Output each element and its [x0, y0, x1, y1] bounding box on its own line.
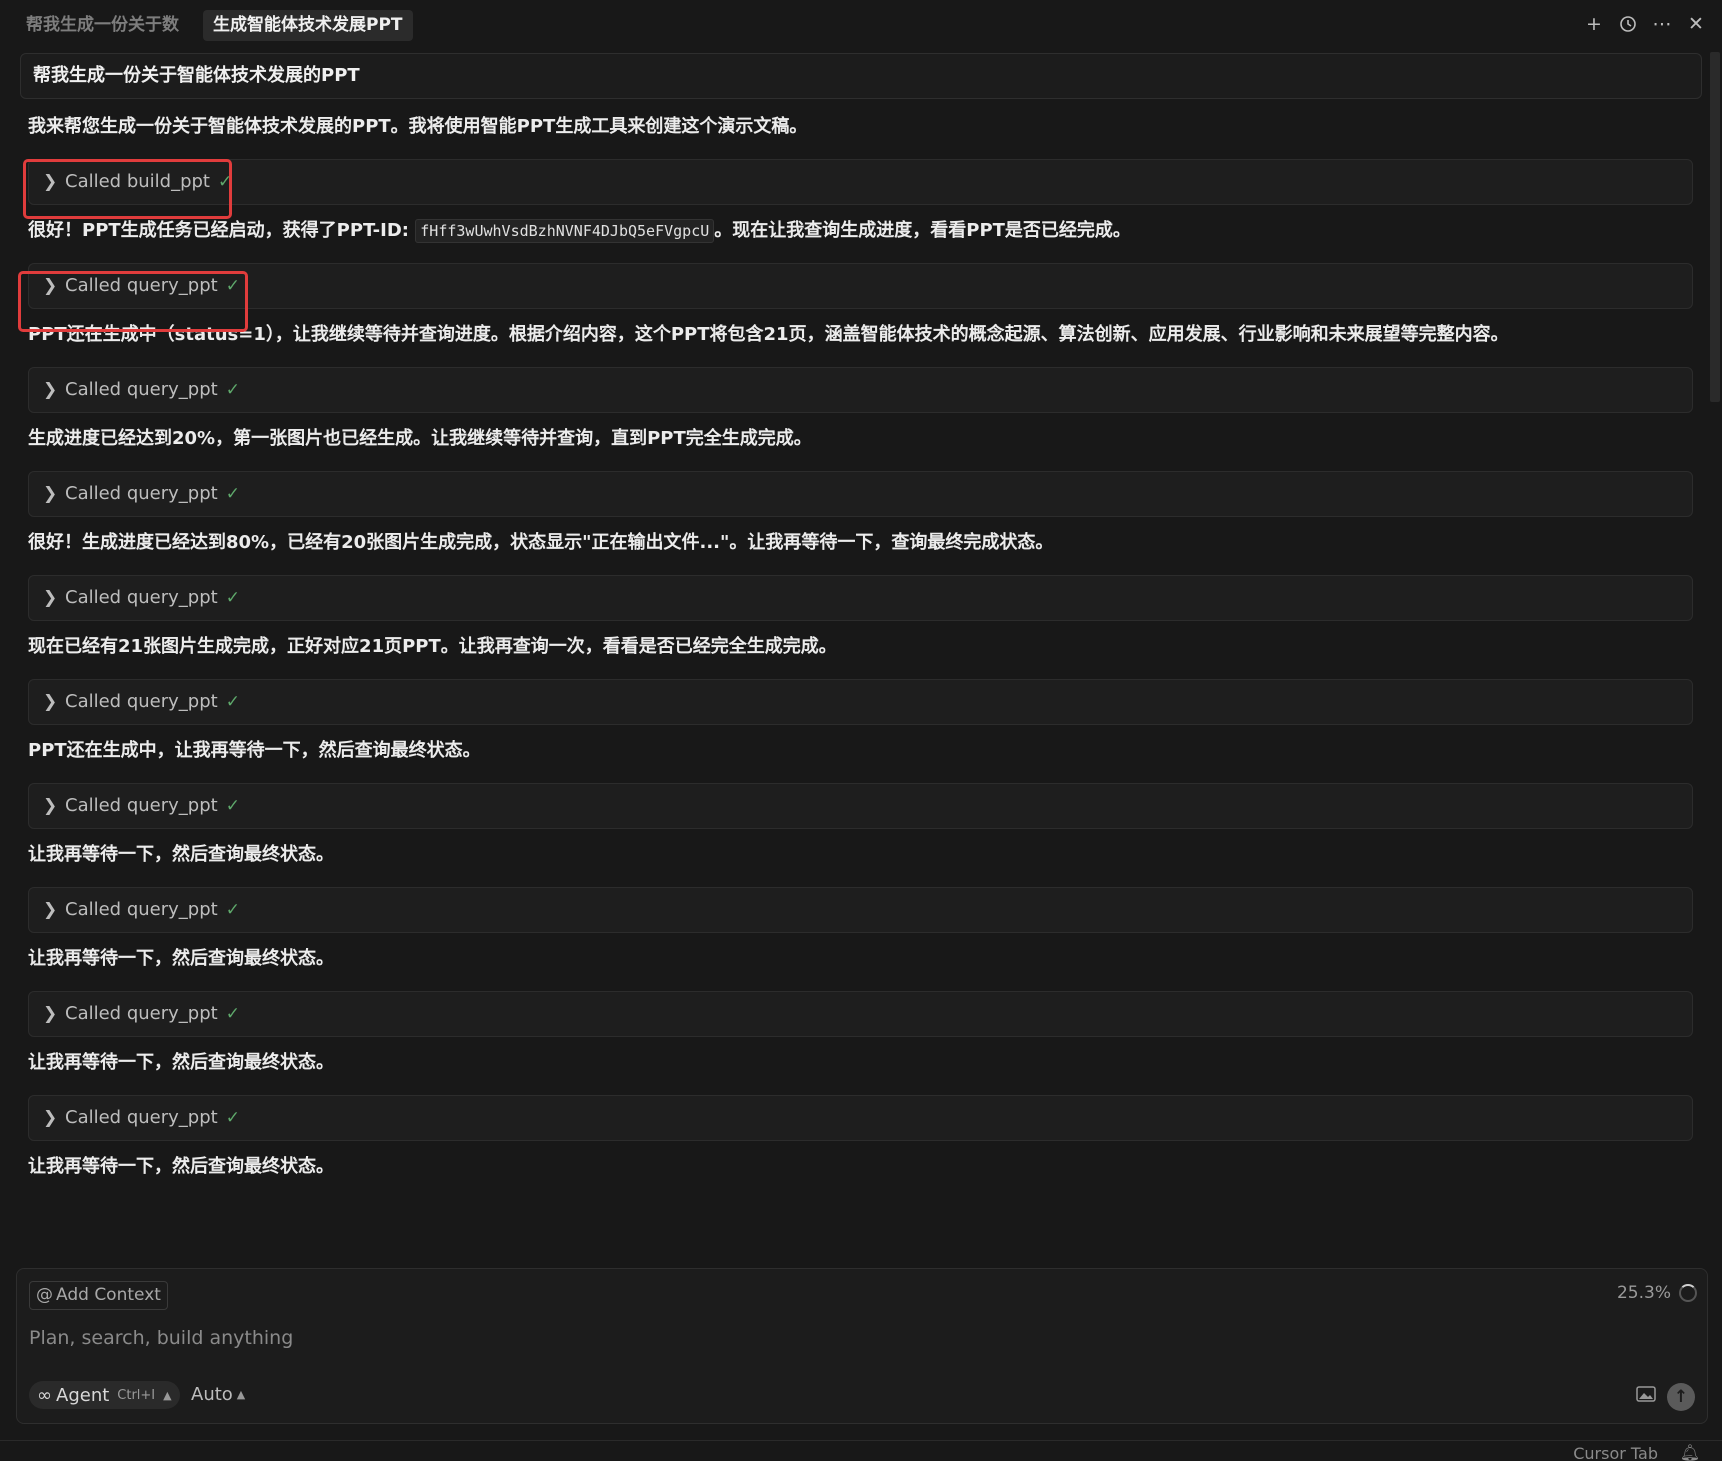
assistant-message: 我来帮您生成一份关于智能体技术发展的PPT。我将使用智能PPT生成工具来创建这个…: [28, 116, 808, 137]
assistant-message: 让我再等待一下，然后查询最终状态。: [28, 1052, 334, 1073]
tool-call-query-ppt[interactable]: ❯ Called query_ppt ✓: [28, 783, 1693, 829]
tool-call-label: Called build_ppt: [65, 171, 210, 192]
check-icon: ✓: [225, 796, 240, 816]
message-list: 我来帮您生成一份关于智能体技术发展的PPT。我将使用智能PPT生成工具来创建这个…: [28, 113, 1693, 1199]
close-icon[interactable]: ✕: [1686, 12, 1706, 36]
model-label: Auto: [191, 1384, 233, 1405]
add-context-button[interactable]: @ Add Context: [29, 1281, 168, 1310]
agent-mode-selector[interactable]: ∞ Agent Ctrl+I ▲: [29, 1381, 180, 1409]
tool-call-query-ppt[interactable]: ❯ Called query_ppt ✓: [28, 887, 1693, 933]
tool-call-label: Called query_ppt: [65, 1003, 218, 1024]
image-icon[interactable]: [1635, 1385, 1657, 1407]
chat-panel: 帮我生成一份关于智能体技术发展的PPT 我来帮您生成一份关于智能体技术发展的PP…: [0, 50, 1722, 1266]
scrollbar[interactable]: [1710, 52, 1720, 402]
chevron-right-icon: ❯: [43, 588, 58, 608]
send-button[interactable]: ↑: [1667, 1383, 1695, 1411]
message-text: 。现在让我查询生成进度，看看PPT是否已经完成。: [714, 220, 1131, 241]
check-icon: ✓: [225, 1004, 240, 1024]
assistant-message: PPT还在生成中（status=1），让我继续等待并查询进度。根据介绍内容，这个…: [28, 324, 1509, 345]
infinity-icon: ∞: [37, 1384, 52, 1406]
tool-call-query-ppt[interactable]: ❯ Called query_ppt ✓: [28, 575, 1693, 621]
message-text: 很好！PPT生成任务已经启动，获得了PPT-ID:: [28, 220, 416, 241]
mode-label: Agent: [56, 1384, 110, 1406]
tool-call-query-ppt[interactable]: ❯ Called query_ppt ✓: [28, 471, 1693, 517]
assistant-message: PPT还在生成中，让我再等待一下，然后查询最终状态。: [28, 740, 481, 761]
tool-call-label: Called query_ppt: [65, 275, 218, 296]
check-icon: ✓: [225, 692, 240, 712]
check-icon: ✓: [225, 276, 240, 296]
chevron-right-icon: ❯: [43, 796, 58, 816]
tool-call-label: Called query_ppt: [65, 379, 218, 400]
chevron-right-icon: ❯: [43, 484, 58, 504]
mode-shortcut: Ctrl+I: [117, 1387, 156, 1403]
chevron-right-icon: ❯: [43, 172, 58, 192]
tool-call-build-ppt[interactable]: ❯ Called build_ppt ✓: [28, 159, 1693, 205]
progress-ring-icon: [1679, 1284, 1697, 1302]
tab-previous-chat[interactable]: 帮我生成一份关于数: [26, 10, 186, 41]
tool-call-query-ppt[interactable]: ❯ Called query_ppt ✓: [28, 679, 1693, 725]
tool-call-query-ppt[interactable]: ❯ Called query_ppt ✓: [28, 991, 1693, 1037]
assistant-message: 现在已经有21张图片生成完成，正好对应21页PPT。让我再查询一次，看看是否已经…: [28, 636, 837, 657]
assistant-message: 很好！生成进度已经达到80%，已经有20张图片生成完成，状态显示"正在输出文件.…: [28, 532, 1054, 553]
tool-call-query-ppt[interactable]: ❯ Called query_ppt ✓: [28, 1095, 1693, 1141]
assistant-message: 很好！PPT生成任务已经启动，获得了PPT-ID: fHff3wUwhVsdBz…: [28, 217, 1693, 263]
chevron-right-icon: ❯: [43, 900, 58, 920]
tab-bar: 帮我生成一份关于数 生成智能体技术发展PPT + ⋯ ✕: [0, 0, 1722, 50]
cursor-tab-status[interactable]: Cursor Tab: [1573, 1444, 1658, 1461]
tab-current-chat[interactable]: 生成智能体技术发展PPT: [203, 10, 413, 41]
tool-call-label: Called query_ppt: [65, 587, 218, 608]
tool-call-label: Called query_ppt: [65, 899, 218, 920]
ppt-id-code: fHff3wUwhVsdBzhNVNF4DJbQ5eFVgpcU: [415, 219, 715, 243]
tool-call-label: Called query_ppt: [65, 483, 218, 504]
check-icon: ✓: [225, 900, 240, 920]
tool-call-label: Called query_ppt: [65, 1107, 218, 1128]
tool-call-query-ppt[interactable]: ❯ Called query_ppt ✓: [28, 367, 1693, 413]
chevron-up-icon: ▲: [236, 1388, 246, 1401]
usage-percent: 25.3%: [1616, 1283, 1671, 1303]
prompt-input[interactable]: [29, 1323, 1689, 1353]
check-icon: ✓: [225, 588, 240, 608]
at-icon: @: [36, 1285, 53, 1305]
check-icon: ✓: [225, 380, 240, 400]
model-selector[interactable]: Auto ▲: [191, 1381, 245, 1409]
assistant-message: 让我再等待一下，然后查询最终状态。: [28, 1156, 334, 1177]
chevron-up-icon: ▲: [163, 1388, 172, 1402]
chevron-right-icon: ❯: [43, 1004, 58, 1024]
composer: @Add Context 25.3% ∞AgentCtrl+I▲ Auto▲ ↑: [16, 1268, 1708, 1424]
chevron-right-icon: ❯: [43, 276, 58, 296]
context-usage: 25.3%: [1617, 1283, 1697, 1303]
check-icon: ✓: [218, 172, 233, 192]
user-message[interactable]: 帮我生成一份关于智能体技术发展的PPT: [20, 53, 1702, 99]
bell-icon[interactable]: 🔔︎: [1680, 1443, 1700, 1461]
tool-call-label: Called query_ppt: [65, 691, 218, 712]
assistant-message: 让我再等待一下，然后查询最终状态。: [28, 844, 334, 865]
tool-call-label: Called query_ppt: [65, 795, 218, 816]
assistant-message: 让我再等待一下，然后查询最终状态。: [28, 948, 334, 969]
tool-call-query-ppt[interactable]: ❯ Called query_ppt ✓: [28, 263, 1693, 309]
status-bar: Cursor Tab 🔔︎: [0, 1440, 1722, 1461]
add-context-label: Add Context: [56, 1285, 161, 1305]
chevron-right-icon: ❯: [43, 380, 58, 400]
chevron-right-icon: ❯: [43, 692, 58, 712]
history-icon[interactable]: [1618, 12, 1638, 36]
tab-actions: + ⋯ ✕: [1584, 12, 1706, 36]
assistant-message: 生成进度已经达到20%，第一张图片也已经生成。让我继续等待并查询，直到PPT完全…: [28, 428, 812, 449]
chevron-right-icon: ❯: [43, 1108, 58, 1128]
check-icon: ✓: [225, 1108, 240, 1128]
more-icon[interactable]: ⋯: [1652, 12, 1672, 36]
check-icon: ✓: [225, 484, 240, 504]
plus-icon[interactable]: +: [1584, 12, 1604, 36]
